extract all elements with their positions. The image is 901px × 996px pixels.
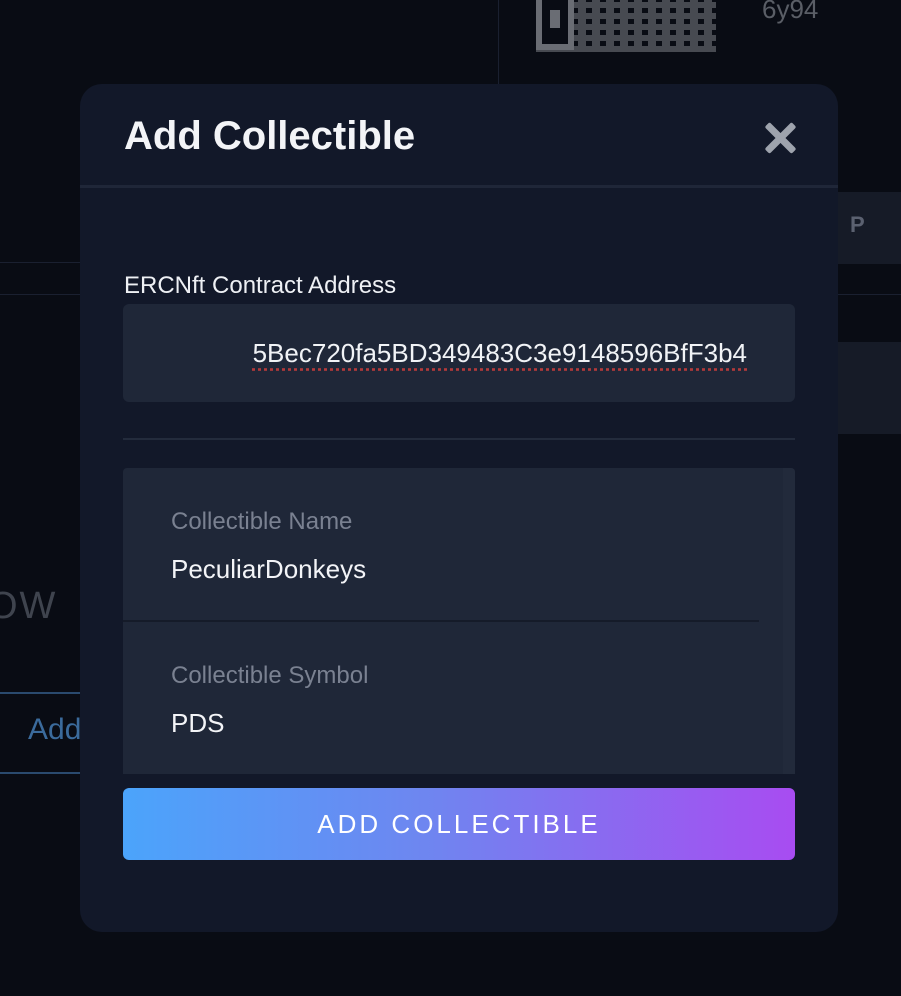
qr-finder-icon [536,0,574,50]
collectible-name-label: Collectible Name [171,508,353,535]
contract-address-input[interactable]: 5Bec720fa5BD349483C3e9148596BfF3b4 [253,338,747,369]
modal-title: Add Collectible [124,114,416,158]
background-divider-line [0,294,80,295]
background-add-button-label: Add [28,713,82,746]
contract-address-label: ERCNft Contract Address [124,272,397,299]
contract-address-field[interactable]: 5Bec720fa5BD349483C3e9148596BfF3b4 [123,304,795,402]
collectible-name-field[interactable]: Collectible Name PeculiarDonkeys [123,468,759,622]
add-collectible-modal: Add Collectible ERCNft Contract Address … [80,84,838,932]
close-icon[interactable] [760,118,800,158]
background-address-tail: 6y94 [762,0,819,24]
background-section-heading: OW [0,585,58,627]
collectible-symbol-value[interactable]: PDS [171,708,224,739]
collectible-details-panel: Collectible Name PeculiarDonkeys Collect… [123,468,795,774]
collectible-name-value[interactable]: PeculiarDonkeys [171,554,366,585]
details-scrollbar[interactable] [783,468,795,774]
add-collectible-button[interactable]: ADD COLLECTIBLE [123,788,795,860]
modal-header: Add Collectible [80,84,838,188]
background-side-tab-label: P [850,212,865,237]
collectible-symbol-field[interactable]: Collectible Symbol PDS [123,622,759,774]
background-divider-line [838,294,901,295]
collectible-symbol-label: Collectible Symbol [171,662,369,689]
background-side-panel [838,342,901,434]
background-divider-line [0,262,80,263]
background-side-tab[interactable] [838,192,901,264]
background-divider [498,0,499,84]
section-divider [123,438,795,440]
